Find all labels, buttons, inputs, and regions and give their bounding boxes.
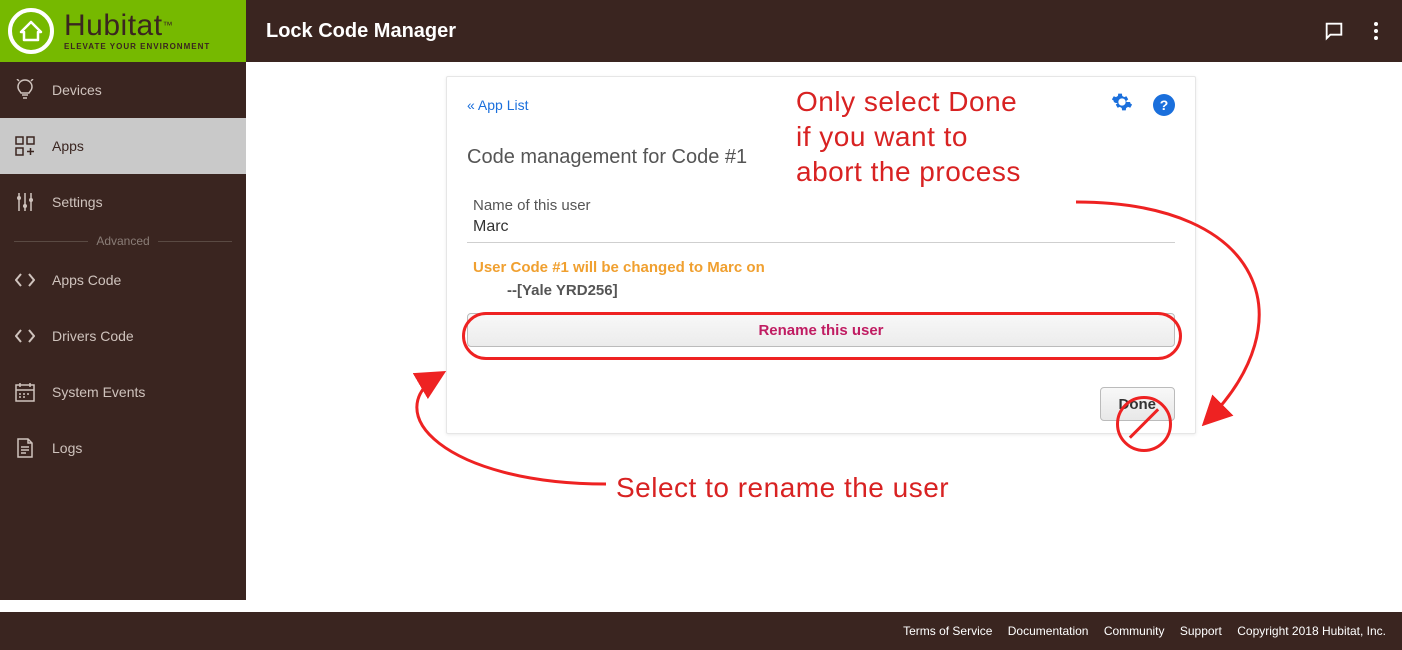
sidebar-item-apps-code[interactable]: Apps Code	[0, 252, 246, 308]
top-bar: Hubitat™ ELEVATE YOUR ENVIRONMENT Lock C…	[0, 0, 1402, 62]
sidebar-item-settings[interactable]: Settings	[0, 174, 246, 230]
logo-text: Hubitat™ ELEVATE YOUR ENVIRONMENT	[64, 11, 210, 51]
status-message: User Code #1 will be changed to Marc on	[467, 259, 1175, 276]
sidebar-item-label: Settings	[52, 194, 103, 210]
code-icon	[14, 329, 36, 343]
done-button[interactable]: Done	[1100, 387, 1176, 421]
footer-link-tos[interactable]: Terms of Service	[903, 624, 992, 638]
target-lock: --[Yale YRD256]	[467, 282, 1175, 299]
field-underline	[467, 242, 1175, 243]
more-icon[interactable]	[1364, 19, 1388, 43]
rename-user-button[interactable]: Rename this user	[467, 313, 1175, 347]
sidebar-item-label: Drivers Code	[52, 328, 134, 344]
sidebar-item-system-events[interactable]: System Events	[0, 364, 246, 420]
sidebar-item-label: Devices	[52, 82, 102, 98]
sidebar-item-devices[interactable]: Devices	[0, 62, 246, 118]
sidebar-item-logs[interactable]: Logs	[0, 420, 246, 476]
logo[interactable]: Hubitat™ ELEVATE YOUR ENVIRONMENT	[0, 0, 246, 62]
sidebar-item-label: Apps Code	[52, 272, 121, 288]
sidebar-item-label: Apps	[52, 138, 84, 154]
footer-link-docs[interactable]: Documentation	[1008, 624, 1089, 638]
sliders-icon	[14, 192, 36, 212]
code-icon	[14, 273, 36, 287]
sidebar: Devices Apps Settings Advanced Apps Code…	[0, 62, 246, 600]
footer: Terms of Service Documentation Community…	[0, 612, 1402, 650]
footer-link-community[interactable]: Community	[1104, 624, 1165, 638]
calendar-icon	[14, 382, 36, 402]
bulb-icon	[14, 79, 36, 101]
document-icon	[14, 438, 36, 458]
footer-copyright: Copyright 2018 Hubitat, Inc.	[1237, 624, 1386, 638]
user-name-label: Name of this user	[467, 197, 1175, 214]
sidebar-item-label: System Events	[52, 384, 145, 400]
page-title: Lock Code Manager	[266, 20, 456, 43]
user-name-value[interactable]: Marc	[467, 218, 1175, 242]
gear-icon[interactable]	[1111, 91, 1133, 118]
sidebar-divider-advanced: Advanced	[0, 230, 246, 252]
main-content: « App List ? Code management for Code #1…	[246, 62, 1402, 600]
sidebar-item-label: Logs	[52, 440, 82, 456]
sidebar-item-apps[interactable]: Apps	[0, 118, 246, 174]
logo-mark-icon	[8, 8, 54, 54]
code-panel: « App List ? Code management for Code #1…	[446, 76, 1196, 434]
grid-plus-icon	[14, 136, 36, 156]
sidebar-item-drivers-code[interactable]: Drivers Code	[0, 308, 246, 364]
topbar-actions	[1322, 0, 1388, 62]
footer-link-support[interactable]: Support	[1180, 624, 1222, 638]
panel-heading: Code management for Code #1	[467, 146, 1175, 169]
chat-icon[interactable]	[1322, 19, 1346, 43]
app-list-link[interactable]: « App List	[467, 97, 529, 113]
help-icon[interactable]: ?	[1153, 94, 1175, 116]
brand-tagline: ELEVATE YOUR ENVIRONMENT	[64, 43, 210, 51]
brand-name: Hubitat	[64, 9, 163, 42]
annotation-text-rename-hint: Select to rename the user	[616, 470, 949, 505]
